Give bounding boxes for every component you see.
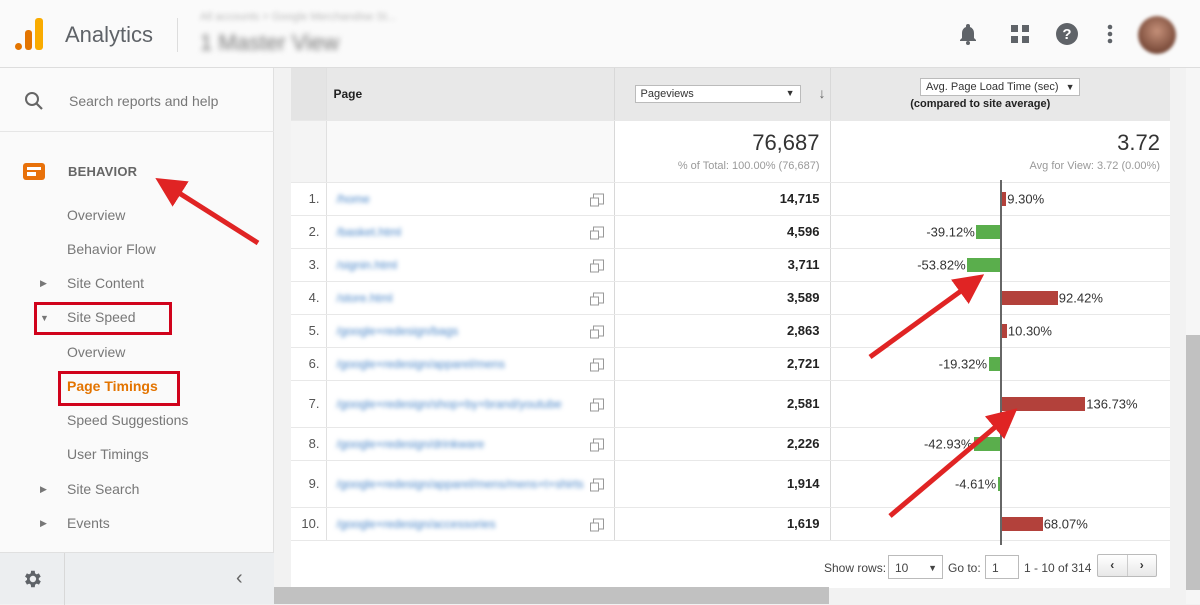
arrow-behavior: [155, 177, 260, 246]
arrow-negative-bar: [868, 274, 985, 360]
arrow-positive-bar: [888, 408, 1018, 518]
annotation-arrows: [155, 177, 1018, 518]
